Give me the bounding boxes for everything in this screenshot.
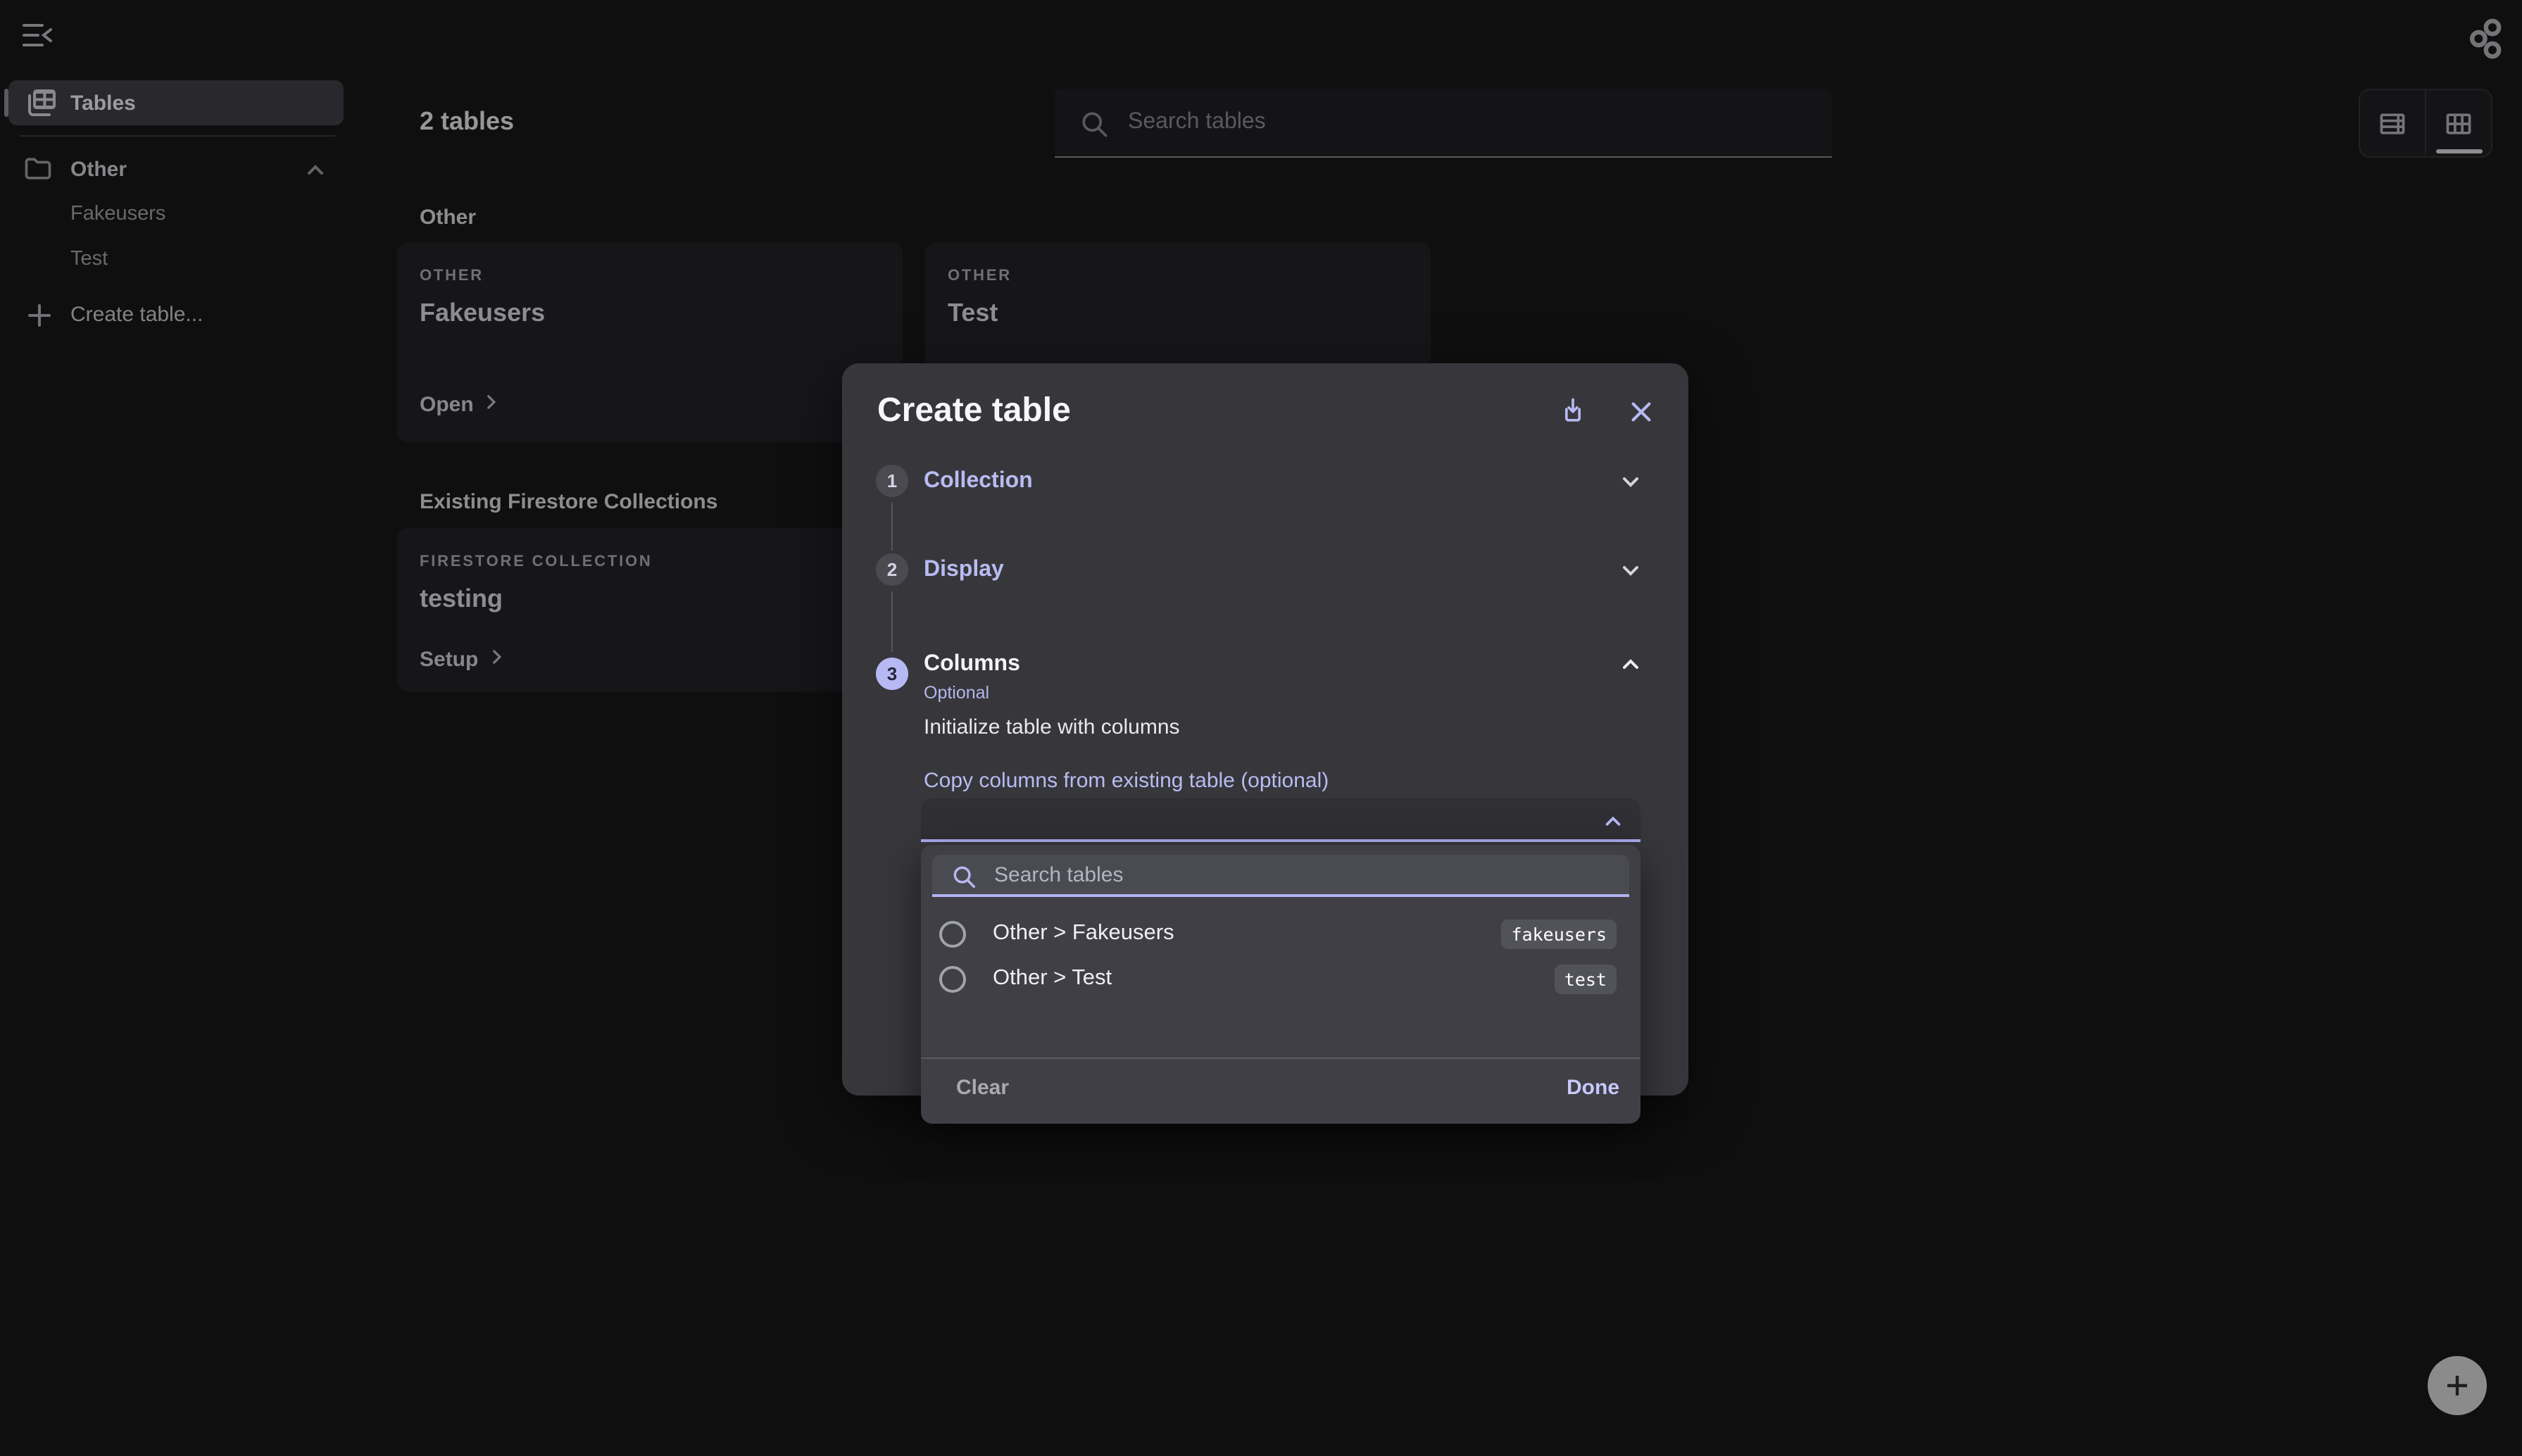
- option-label: Other > Fakeusers: [993, 921, 1174, 945]
- dropdown-search-input[interactable]: [994, 855, 1614, 894]
- chevron-up-icon: [1623, 659, 1638, 669]
- collapse-step-button[interactable]: [1619, 653, 1642, 680]
- copy-columns-select[interactable]: [921, 798, 1640, 842]
- chevron-down-icon: [1623, 477, 1638, 487]
- clear-button[interactable]: Clear: [956, 1076, 1009, 1100]
- table-select-dropdown: Other > Fakeusers fakeusers Other > Test…: [921, 845, 1640, 1124]
- chevron-up-icon: [1602, 811, 1624, 836]
- dropdown-search-field: [932, 855, 1629, 897]
- step-columns[interactable]: 3 Columns Optional: [842, 652, 1688, 705]
- step-label: Columns: [924, 652, 1020, 676]
- copy-columns-field-label: Copy columns from existing table (option…: [924, 769, 1329, 793]
- step-number-badge: 3: [876, 658, 908, 690]
- option-label: Other > Test: [993, 966, 1112, 990]
- chevron-down-icon: [1623, 566, 1638, 576]
- radio-unchecked-icon[interactable]: [939, 965, 966, 992]
- step-label: Display: [924, 558, 1004, 582]
- search-icon: [951, 863, 977, 897]
- collection-code-chip: test: [1554, 964, 1617, 993]
- step-connector: [891, 591, 893, 652]
- step-display[interactable]: 2 Display: [842, 553, 1688, 587]
- modal-title: Create table: [877, 391, 1071, 429]
- dropdown-option-fakeusers[interactable]: Other > Fakeusers fakeusers: [921, 911, 1640, 956]
- app-root: Tables Other Fakeusers Test Create table…: [0, 0, 2522, 1456]
- expand-step-button[interactable]: [1619, 470, 1642, 497]
- step-label: Collection: [924, 469, 1033, 493]
- dropdown-footer: Clear Done: [921, 1059, 1640, 1124]
- import-button[interactable]: [1549, 387, 1597, 435]
- close-button[interactable]: [1617, 387, 1664, 435]
- done-button[interactable]: Done: [1567, 1076, 1619, 1100]
- radio-unchecked-icon[interactable]: [939, 920, 966, 947]
- collection-code-chip: fakeusers: [1501, 919, 1617, 948]
- step-collection[interactable]: 1 Collection: [842, 465, 1688, 498]
- close-icon: [1631, 401, 1650, 421]
- step-number-badge: 1: [876, 465, 908, 497]
- step-connector: [891, 503, 893, 551]
- dropdown-option-test[interactable]: Other > Test test: [921, 956, 1640, 1001]
- import-icon: [1565, 398, 1581, 422]
- expand-step-button[interactable]: [1619, 559, 1642, 586]
- step-number-badge: 2: [876, 553, 908, 586]
- columns-step-description: Initialize table with columns: [924, 715, 1180, 739]
- step-sublabel: Optional: [924, 683, 990, 703]
